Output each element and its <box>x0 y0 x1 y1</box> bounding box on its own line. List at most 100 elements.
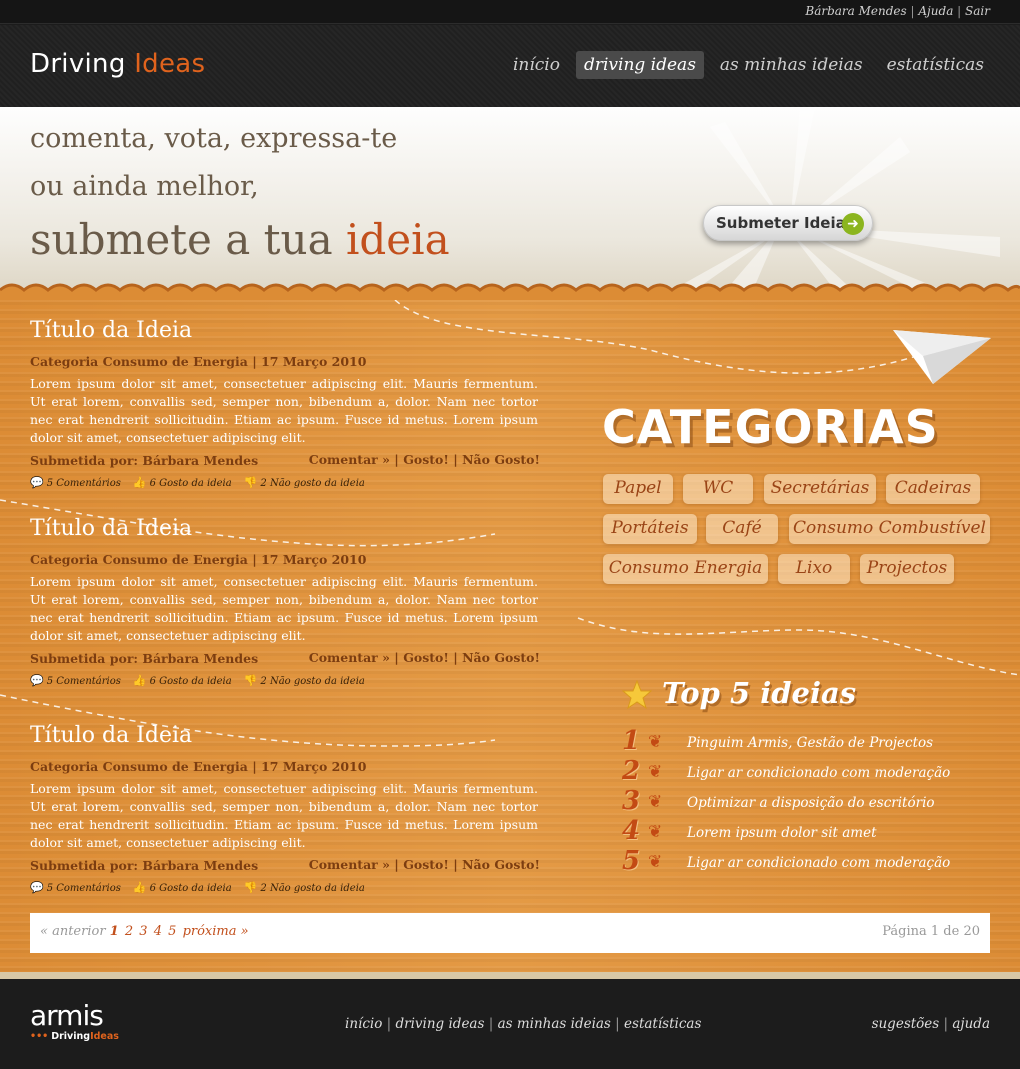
like-link[interactable]: Gosto! <box>403 857 449 872</box>
page-link-1[interactable]: 1 <box>110 924 119 939</box>
hero-line-1: comenta, vota, expressa-te <box>30 123 398 154</box>
help-link[interactable]: Ajuda <box>918 4 953 18</box>
category-tag-consumo-energia[interactable]: Consumo Energia <box>603 554 768 584</box>
top5-item[interactable]: 1 ❦ Pinguim Armis, Gestão de Projectos <box>622 726 1002 760</box>
logout-link[interactable]: Sair <box>965 4 990 18</box>
thumbs-down-icon: 👎 <box>243 674 258 687</box>
suggestions-link[interactable]: sugestões <box>872 1016 940 1032</box>
idea-actions: Comentar » | Gosto! | Não Gosto! <box>308 650 540 665</box>
top5-item[interactable]: 5 ❦ Ligar ar condicionado com moderação <box>622 846 1002 880</box>
category-tag-cafe[interactable]: Café <box>706 514 778 544</box>
nav-item-driving-ideas[interactable]: driving ideas <box>575 51 704 79</box>
rank-number: 2 <box>622 756 641 786</box>
next-page-link[interactable]: próxima » <box>183 924 249 939</box>
dislikes-label: 2 Não gosto da ideia <box>260 478 365 489</box>
category-tag-consumo-combustivel[interactable]: Consumo Combustível <box>789 514 990 544</box>
page-link-5[interactable]: 5 <box>168 924 176 939</box>
brand-logo[interactable]: Driving Ideas <box>30 49 205 79</box>
category-tag-secretarias[interactable]: Secretárias <box>764 474 876 504</box>
nav-item-inicio[interactable]: início <box>505 51 568 79</box>
speech-bubble-icon: 💬 <box>30 881 44 894</box>
pagination: « anterior 1 2 3 4 5 próxima » Página 1 … <box>30 913 990 953</box>
swirl-icon: ❦ <box>648 822 663 842</box>
footer-logo[interactable]: armis <box>30 999 104 1032</box>
idea-author: Submetida por: Bárbara Mendes <box>30 858 259 873</box>
page-link-2[interactable]: 2 <box>125 924 133 939</box>
top5-item[interactable]: 4 ❦ Lorem ipsum dolor sit amet <box>622 816 1002 850</box>
comment-link[interactable]: Comentar » <box>309 650 390 665</box>
rank-number: 1 <box>622 726 641 756</box>
like-link[interactable]: Gosto! <box>403 452 449 467</box>
site-footer: armis ••• DrivingIdeas início | driving i… <box>0 979 1020 1069</box>
dislike-link[interactable]: Não Gosto! <box>462 452 540 467</box>
comment-link[interactable]: Comentar » <box>309 857 390 872</box>
thumbs-up-icon: 👍 <box>132 881 147 894</box>
idea-actions: Comentar » | Gosto! | Não Gosto! <box>308 857 540 872</box>
comments-count[interactable]: 💬 5 Comentários <box>30 881 121 894</box>
page-link-3[interactable]: 3 <box>139 924 147 939</box>
page-summary: Página 1 de 20 <box>882 924 980 939</box>
hero-line-3-accent: ideia <box>345 215 450 264</box>
category-tag-lixo[interactable]: Lixo <box>778 554 850 584</box>
rank-number: 3 <box>622 786 641 816</box>
idea-actions: Comentar » | Gosto! | Não Gosto! <box>308 452 540 467</box>
swirl-icon: ❦ <box>648 762 663 782</box>
like-link[interactable]: Gosto! <box>403 650 449 665</box>
rank-text: Lorem ipsum dolor sit amet <box>687 825 877 841</box>
submit-idea-button[interactable]: Submeter Ideia ➜ <box>703 205 873 241</box>
brand-name-part1: Driving <box>30 49 126 79</box>
dislike-link[interactable]: Não Gosto! <box>462 650 540 665</box>
idea-title[interactable]: Título da Ideia <box>30 516 540 541</box>
dislikes-count[interactable]: 👎 2 Não gosto da ideia <box>244 674 365 687</box>
page-link-4[interactable]: 4 <box>154 924 162 939</box>
star-icon <box>622 680 652 710</box>
swirl-icon: ❦ <box>648 732 663 752</box>
category-tag-projectos[interactable]: Projectos <box>860 554 954 584</box>
dislikes-count[interactable]: 👎 2 Não gosto da ideia <box>244 476 365 489</box>
dislikes-count[interactable]: 👎 2 Não gosto da ideia <box>244 881 365 894</box>
category-tag-portateis[interactable]: Portáteis <box>603 514 697 544</box>
footer-logo-sub-part2: Ideas <box>90 1031 119 1042</box>
prev-page-link[interactable]: « anterior <box>40 924 106 939</box>
comments-label: 5 Comentários <box>46 478 121 489</box>
footer-nav-estatisticas[interactable]: estatísticas <box>624 1016 701 1032</box>
idea-body: Lorem ipsum dolor sit amet, consectetuer… <box>30 574 538 643</box>
category-tag-cadeiras[interactable]: Cadeiras <box>886 474 980 504</box>
comment-link[interactable]: Comentar » <box>309 452 390 467</box>
footer-band <box>0 972 1020 979</box>
light-rays-decoration <box>660 107 1000 297</box>
help-link[interactable]: ajuda <box>952 1016 990 1032</box>
footer-nav-driving-ideas[interactable]: driving ideas <box>396 1016 485 1032</box>
footer-nav-minhas-ideias[interactable]: as minhas ideias <box>498 1016 611 1032</box>
nav-item-estatisticas[interactable]: estatísticas <box>879 51 992 79</box>
footer-nav-inicio[interactable]: início <box>345 1016 382 1032</box>
hero-line-2: ou ainda melhor, <box>30 171 259 202</box>
idea-card: Título da Ideia Categoria Consumo de Ene… <box>30 318 540 498</box>
category-tag-papel[interactable]: Papel <box>603 474 673 504</box>
idea-author: Submetida por: Bárbara Mendes <box>30 453 259 468</box>
likes-count[interactable]: 👍 6 Gosto da ideia <box>133 476 232 489</box>
idea-title[interactable]: Título da Ideia <box>30 318 540 343</box>
top5-item[interactable]: 3 ❦ Optimizar a disposição do escritório <box>622 786 1002 820</box>
idea-card: Título da Ideia Categoria Consumo de Ene… <box>30 516 540 696</box>
separator: | <box>488 1016 494 1032</box>
idea-meta: Categoria Consumo de Energia | 17 Março … <box>30 552 367 567</box>
comments-count[interactable]: 💬 5 Comentários <box>30 674 121 687</box>
submit-idea-label: Submeter Ideia <box>716 214 846 232</box>
user-links: Bárbara Mendes | Ajuda | Sair <box>805 4 990 18</box>
nav-item-minhas-ideias[interactable]: as minhas ideias <box>712 51 871 79</box>
thumbs-up-icon: 👍 <box>132 674 147 687</box>
idea-author: Submetida por: Bárbara Mendes <box>30 651 259 666</box>
top5-item[interactable]: 2 ❦ Ligar ar condicionado com moderação <box>622 756 1002 790</box>
separator: | <box>943 1016 949 1032</box>
dislike-link[interactable]: Não Gosto! <box>462 857 540 872</box>
idea-title[interactable]: Título da Ideia <box>30 723 540 748</box>
likes-count[interactable]: 👍 6 Gosto da ideia <box>133 674 232 687</box>
user-name-link[interactable]: Bárbara Mendes <box>805 4 906 18</box>
likes-count[interactable]: 👍 6 Gosto da ideia <box>133 881 232 894</box>
comments-count[interactable]: 💬 5 Comentários <box>30 476 121 489</box>
category-tag-wc[interactable]: WC <box>683 474 753 504</box>
likes-label: 6 Gosto da ideia <box>149 883 232 894</box>
thumbs-up-icon: 👍 <box>132 476 147 489</box>
footer-logo-sub-part1: Driving <box>51 1031 91 1042</box>
